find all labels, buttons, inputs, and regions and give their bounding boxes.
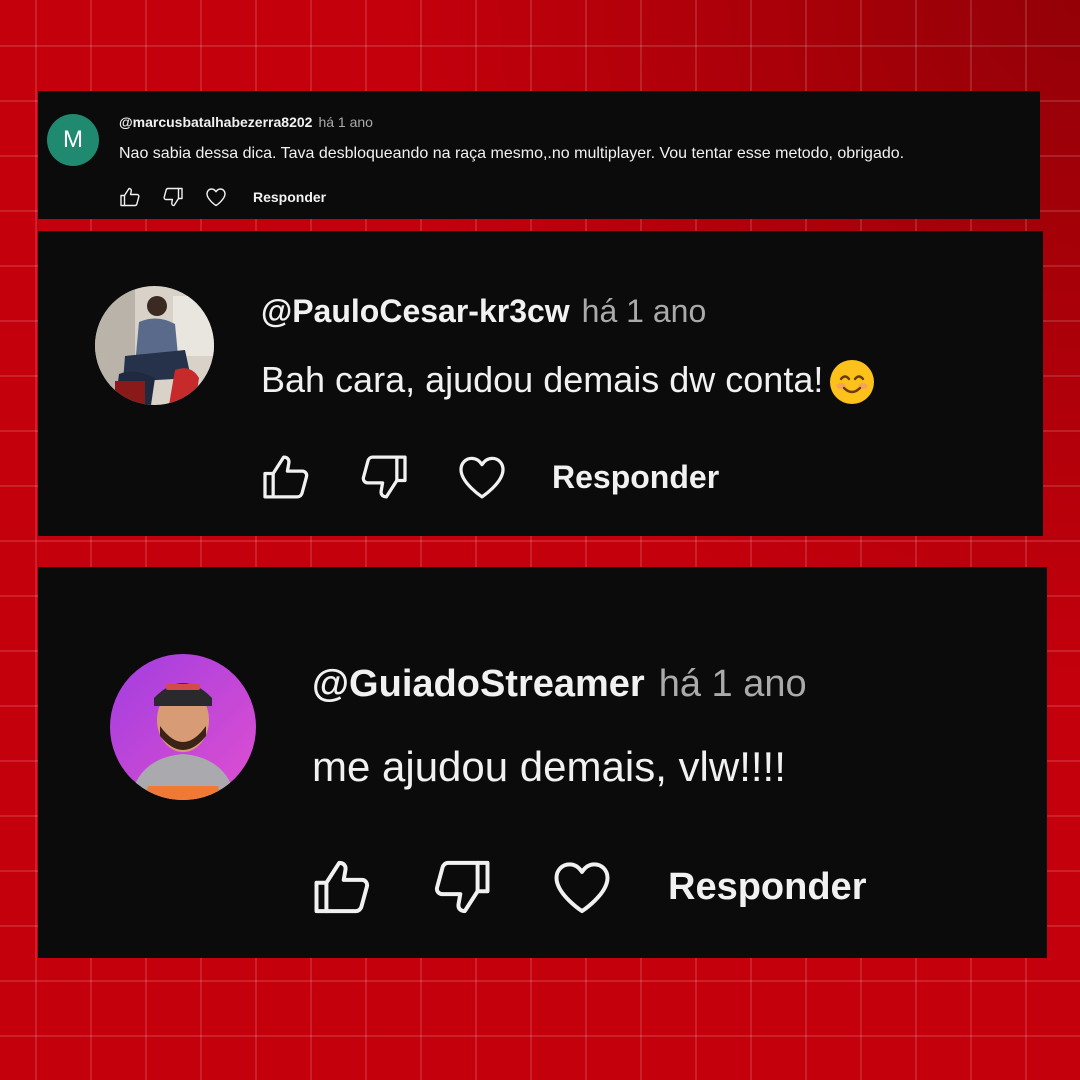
thumb-down-icon xyxy=(163,187,183,207)
heart-button[interactable] xyxy=(204,185,228,209)
heart-button[interactable] xyxy=(548,853,616,921)
like-button[interactable] xyxy=(258,449,314,505)
comment-author[interactable]: @marcusbatalhabezerra8202 xyxy=(119,114,312,130)
heart-icon xyxy=(459,456,505,499)
comment-author[interactable]: @GuiadoStreamer xyxy=(312,663,645,706)
heart-icon xyxy=(554,862,610,914)
thumb-up-icon xyxy=(314,860,370,914)
reply-button[interactable]: Responder xyxy=(253,189,326,205)
person-photo xyxy=(95,286,214,405)
like-button[interactable] xyxy=(118,185,142,209)
dislike-button[interactable] xyxy=(428,853,496,921)
reply-button[interactable]: Responder xyxy=(552,459,719,496)
comment-header: @marcusbatalhabezerra8202 há 1 ano xyxy=(119,114,373,130)
smiling-face-emoji xyxy=(830,360,875,405)
comment-card: @PauloCesar-kr3cw há 1 ano Bah cara, aju… xyxy=(38,231,1043,536)
comment-timestamp[interactable]: há 1 ano xyxy=(318,114,373,130)
dislike-button[interactable] xyxy=(356,449,412,505)
comment-text: me ajudou demais, vlw!!!! xyxy=(312,743,786,790)
thumb-up-icon xyxy=(263,455,309,499)
thumb-down-icon xyxy=(434,860,490,914)
comment-card: @GuiadoStreamer há 1 ano me ajudou demai… xyxy=(38,567,1047,958)
comment-actions: Responder xyxy=(258,449,719,505)
comment-author[interactable]: @PauloCesar-kr3cw xyxy=(261,293,570,330)
comment-text-row: Bah cara, ajudou demais dw conta! xyxy=(261,359,875,405)
avatar[interactable] xyxy=(110,654,256,800)
comment-timestamp[interactable]: há 1 ano xyxy=(659,663,807,706)
thumb-up-icon xyxy=(120,187,140,207)
person-photo xyxy=(110,654,256,800)
avatar[interactable]: M xyxy=(47,114,99,166)
comment-text: Bah cara, ajudou demais dw conta! xyxy=(261,359,824,400)
comment-timestamp[interactable]: há 1 ano xyxy=(582,293,707,330)
heart-icon xyxy=(206,188,226,207)
like-button[interactable] xyxy=(308,853,376,921)
reply-button[interactable]: Responder xyxy=(668,866,866,909)
heart-button[interactable] xyxy=(454,449,510,505)
comment-card: M @marcusbatalhabezerra8202 há 1 ano Nao… xyxy=(38,91,1040,219)
comment-actions: Responder xyxy=(308,853,866,921)
comment-actions: Responder xyxy=(118,185,326,209)
comment-text: Nao sabia dessa dica. Tava desbloqueando… xyxy=(119,145,905,162)
dislike-button[interactable] xyxy=(161,185,185,209)
avatar[interactable] xyxy=(95,286,214,405)
thumb-down-icon xyxy=(361,455,407,499)
comment-header: @GuiadoStreamer há 1 ano xyxy=(312,663,807,706)
comment-header: @PauloCesar-kr3cw há 1 ano xyxy=(261,293,706,330)
